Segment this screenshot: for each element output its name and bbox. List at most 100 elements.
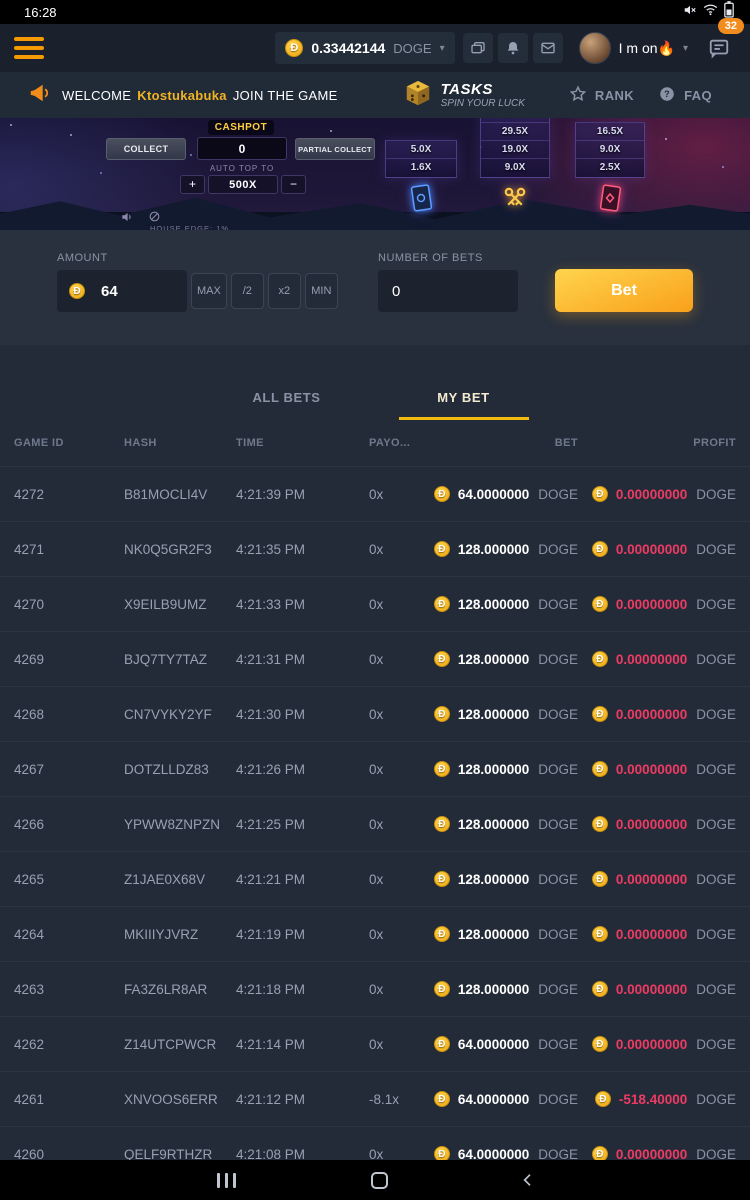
doge-coin-icon: Ð xyxy=(285,39,303,57)
cell-bet: Ð 64.0000000 DOGE xyxy=(431,1036,578,1052)
tower-multiplier: 29.5X xyxy=(481,123,549,141)
doge-coin-icon: Ð xyxy=(595,1091,611,1107)
doge-coin-icon: Ð xyxy=(434,706,450,722)
prize-tower-3[interactable]: 16.5X9.0X2.5X xyxy=(575,122,645,218)
cell-profit: Ð 0.00000000 DOGE xyxy=(578,541,736,557)
prize-tower-1[interactable]: 5.0X1.6X xyxy=(385,140,457,218)
cell-profit: Ð -518.40000 DOGE xyxy=(578,1091,736,1107)
status-bar: 16:28 xyxy=(0,0,750,24)
tasks-link[interactable]: TASKS SPIN YOUR LUCK xyxy=(403,78,525,113)
cell-bet: Ð 128.000000 DOGE xyxy=(431,926,578,942)
faq-link[interactable]: ? FAQ xyxy=(658,85,712,106)
sound-icon[interactable] xyxy=(120,210,134,229)
table-row[interactable]: 4270 X9EILB9UMZ 4:21:33 PM 0x Ð 128.0000… xyxy=(0,577,750,632)
table-row[interactable]: 4272 B81MOCLI4V 4:21:39 PM 0x Ð 64.00000… xyxy=(0,467,750,522)
question-icon: ? xyxy=(658,85,676,106)
bets-table-body: 4272 B81MOCLI4V 4:21:39 PM 0x Ð 64.00000… xyxy=(0,467,750,1200)
doge-coin-icon: Ð xyxy=(434,596,450,612)
cell-payout: 0x xyxy=(369,872,431,887)
decrease-button[interactable]: − xyxy=(281,175,306,194)
doge-coin-icon: Ð xyxy=(592,816,608,832)
doge-coin-icon: Ð xyxy=(592,1036,608,1052)
increase-button[interactable]: + xyxy=(180,175,205,194)
cell-hash: Z14UTCPWCR xyxy=(124,1037,236,1052)
cell-time: 4:21:25 PM xyxy=(236,817,369,832)
cell-time: 4:21:14 PM xyxy=(236,1037,369,1052)
amount-max-button[interactable]: MAX xyxy=(191,273,227,309)
cell-payout: 0x xyxy=(369,762,431,777)
cell-bet: Ð 128.000000 DOGE xyxy=(431,816,578,832)
top-nav: Ð 0.33442144 DOGE ▾ I m on🔥 ▾ 32 xyxy=(0,24,750,72)
back-button[interactable] xyxy=(520,1172,536,1188)
cell-hash: BJQ7TY7TAZ xyxy=(124,652,236,667)
recents-button[interactable] xyxy=(215,1173,239,1188)
table-row[interactable]: 4262 Z14UTCPWCR 4:21:14 PM 0x Ð 64.00000… xyxy=(0,1017,750,1072)
chat-button[interactable]: 32 xyxy=(702,31,736,65)
header-hash: HASH xyxy=(124,437,236,449)
doge-coin-icon: Ð xyxy=(592,761,608,777)
welcome-message: WELCOME Ktostukabuka JOIN THE GAME xyxy=(62,88,338,103)
cell-game-id: 4270 xyxy=(14,597,124,612)
cell-hash: YPWW8ZNPZN xyxy=(124,817,236,832)
amount-min-button[interactable]: MIN xyxy=(305,273,338,309)
prize-towers: 5.0X1.6X 53.0X29.5X19.0X9.0X 16.5X9.0X2.5X xyxy=(360,118,750,230)
doge-coin-icon: Ð xyxy=(434,1036,450,1052)
user-menu[interactable]: I m on🔥 ▾ xyxy=(579,32,688,64)
balance-selector[interactable]: Ð 0.33442144 DOGE ▾ xyxy=(275,32,454,64)
number-of-bets-input[interactable] xyxy=(392,283,492,300)
cell-game-id: 4261 xyxy=(14,1092,124,1107)
cell-game-id: 4269 xyxy=(14,652,124,667)
auto-top-label: AUTO TOP TO xyxy=(197,164,287,173)
svg-text:?: ? xyxy=(664,89,670,99)
bet-button[interactable]: Bet xyxy=(555,269,693,312)
amount-input[interactable] xyxy=(101,283,171,300)
cell-hash: DOTZLLDZ83 xyxy=(124,762,236,777)
rank-link[interactable]: RANK xyxy=(569,85,634,106)
table-row[interactable]: 4271 NK0Q5GR2F3 4:21:35 PM 0x Ð 128.0000… xyxy=(0,522,750,577)
table-row[interactable]: 4267 DOTZLLDZ83 4:21:26 PM 0x Ð 128.0000… xyxy=(0,742,750,797)
tasks-title: TASKS xyxy=(441,81,525,98)
tower-multiplier: 9.0X xyxy=(576,141,644,159)
cell-bet: Ð 64.0000000 DOGE xyxy=(431,1091,578,1107)
cell-profit: Ð 0.00000000 DOGE xyxy=(578,816,736,832)
header-time: TIME xyxy=(236,437,369,449)
tab-my-bet[interactable]: MY BET xyxy=(375,390,552,420)
notifications-button[interactable] xyxy=(498,33,528,63)
cell-payout: 0x xyxy=(369,652,431,667)
table-row[interactable]: 4264 MKIIIYJVRZ 4:21:19 PM 0x Ð 128.0000… xyxy=(0,907,750,962)
back-icon xyxy=(520,1172,536,1188)
wallet-button[interactable] xyxy=(463,33,493,63)
cell-time: 4:21:39 PM xyxy=(236,487,369,502)
menu-button[interactable] xyxy=(14,37,44,59)
messages-button[interactable] xyxy=(533,33,563,63)
doge-coin-icon: Ð xyxy=(592,596,608,612)
home-button[interactable] xyxy=(371,1172,388,1189)
cell-bet: Ð 128.000000 DOGE xyxy=(431,761,578,777)
table-row[interactable]: 4266 YPWW8ZNPZN 4:21:25 PM 0x Ð 128.0000… xyxy=(0,797,750,852)
cell-bet: Ð 128.000000 DOGE xyxy=(431,981,578,997)
doge-coin-icon: Ð xyxy=(434,816,450,832)
cell-time: 4:21:31 PM xyxy=(236,652,369,667)
tab-all-bets[interactable]: ALL BETS xyxy=(198,390,375,420)
cell-game-id: 4263 xyxy=(14,982,124,997)
prize-tower-2[interactable]: 53.0X29.5X19.0X9.0X xyxy=(480,118,550,218)
amount-field: Ð xyxy=(57,270,187,312)
amount-double-button[interactable]: x2 xyxy=(268,273,301,309)
number-of-bets-label: NUMBER OF BETS xyxy=(378,252,483,264)
table-row[interactable]: 4268 CN7VYKY2YF 4:21:30 PM 0x Ð 128.0000… xyxy=(0,687,750,742)
table-row[interactable]: 4269 BJQ7TY7TAZ 4:21:31 PM 0x Ð 128.0000… xyxy=(0,632,750,687)
cell-time: 4:21:12 PM xyxy=(236,1092,369,1107)
table-row[interactable]: 4261 XNVOOS6ERR 4:21:12 PM -8.1x Ð 64.00… xyxy=(0,1072,750,1127)
table-row[interactable]: 4265 Z1JAE0X68V 4:21:21 PM 0x Ð 128.0000… xyxy=(0,852,750,907)
tower-multiplier: 2.5X xyxy=(576,159,644,177)
home-icon xyxy=(371,1172,388,1189)
cell-game-id: 4264 xyxy=(14,927,124,942)
collect-button[interactable]: COLLECT xyxy=(106,138,186,160)
amount-half-button[interactable]: /2 xyxy=(231,273,264,309)
cashpot-label: CASHPOT xyxy=(208,120,274,135)
bets-tabs: ALL BETS MY BET xyxy=(0,345,750,420)
doge-coin-icon: Ð xyxy=(592,541,608,557)
cell-bet: Ð 128.000000 DOGE xyxy=(431,651,578,667)
table-row[interactable]: 4263 FA3Z6LR8AR 4:21:18 PM 0x Ð 128.0000… xyxy=(0,962,750,1017)
cell-time: 4:21:30 PM xyxy=(236,707,369,722)
